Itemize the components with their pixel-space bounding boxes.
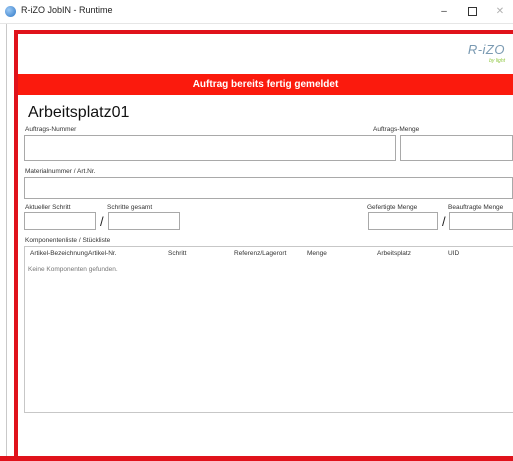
minimize-button[interactable]: – xyxy=(431,2,457,22)
app-icon xyxy=(5,6,16,17)
order-number-label: Auftrags-Nummer xyxy=(25,126,77,133)
bottom-accent-bar xyxy=(0,456,513,461)
total-steps-label: Schritte gesamt xyxy=(107,204,153,211)
current-step-field[interactable] xyxy=(24,212,96,230)
rizo-logo: R-iZO by light xyxy=(461,42,505,70)
column-header-workstation[interactable]: Arbeitsplatz xyxy=(377,250,411,257)
column-header-uid[interactable]: UID xyxy=(448,250,459,257)
components-label: Komponentenliste / Stückliste xyxy=(25,237,111,244)
window-titlebar: R-iZO JobIN - Runtime – ✕ xyxy=(0,0,513,24)
ordered-quantity-label: Beauftragte Menge xyxy=(448,204,504,211)
column-header-quantity[interactable]: Menge xyxy=(307,250,327,257)
close-button[interactable]: ✕ xyxy=(487,2,513,22)
ordered-quantity-field[interactable] xyxy=(449,212,513,230)
logo-brand: R-iZO xyxy=(467,42,505,57)
left-panel-edge xyxy=(0,24,7,461)
steps-separator: / xyxy=(100,214,104,229)
order-number-field[interactable] xyxy=(24,135,396,161)
quantity-separator: / xyxy=(442,214,446,229)
maximize-button[interactable] xyxy=(459,2,485,22)
components-table[interactable]: Artikel-Bezeichnung Artikel-Nr. Schritt … xyxy=(24,246,513,413)
maximize-icon xyxy=(468,7,477,16)
column-header-article-name[interactable]: Artikel-Bezeichnung xyxy=(30,250,88,257)
order-quantity-label: Auftrags-Menge xyxy=(373,126,420,133)
material-number-label: Materialnummer / Art.Nr. xyxy=(25,168,96,175)
runtime-frame: R-iZO by light Auftrag bereits fertig ge… xyxy=(14,30,513,461)
produced-quantity-field[interactable] xyxy=(368,212,438,230)
current-step-label: Aktueller Schritt xyxy=(25,204,71,211)
column-header-article-number[interactable]: Artikel-Nr. xyxy=(88,250,117,257)
logo-tagline: by light xyxy=(489,58,505,64)
window-title: R-iZO JobIN - Runtime xyxy=(21,5,113,15)
column-header-reference[interactable]: Referenz/Lagerort xyxy=(234,250,286,257)
workstation-title: Arbeitsplatz01 xyxy=(28,104,130,121)
column-header-step[interactable]: Schritt xyxy=(168,250,186,257)
material-number-field[interactable] xyxy=(24,177,513,199)
empty-list-message: Keine Komponenten gefunden. xyxy=(28,266,118,273)
order-quantity-field[interactable] xyxy=(400,135,513,161)
status-banner: Auftrag bereits fertig gemeldet xyxy=(18,74,513,95)
produced-quantity-label: Gefertigte Menge xyxy=(367,204,418,211)
total-steps-field[interactable] xyxy=(108,212,180,230)
